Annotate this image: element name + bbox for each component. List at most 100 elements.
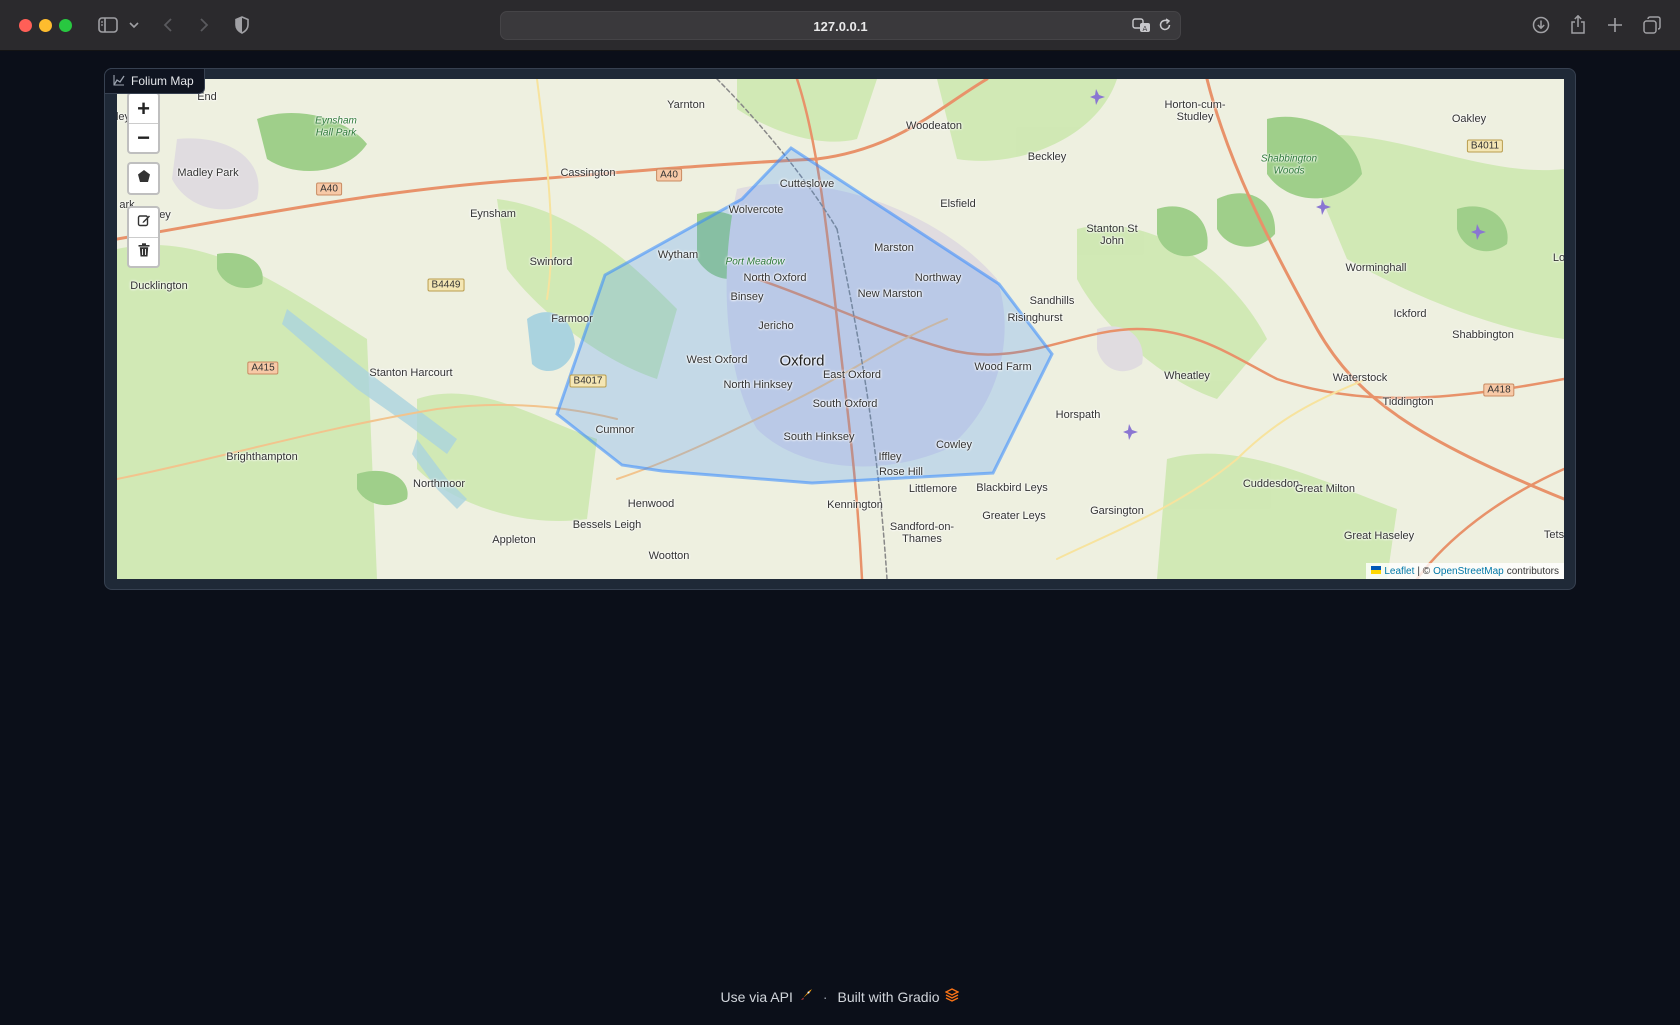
gradio-logo-icon xyxy=(944,988,961,1005)
use-via-api-link[interactable]: Use via API xyxy=(721,988,813,1005)
map-place-label: Waterstock xyxy=(1332,372,1388,384)
map-place-label: Port Meadow xyxy=(725,256,785,268)
map-place-label: Yarnton xyxy=(667,99,705,111)
sidebar-toggle-icon[interactable] xyxy=(97,14,119,36)
back-icon[interactable] xyxy=(160,14,176,36)
map-place-label: North Oxford xyxy=(743,272,807,284)
map-place-label: Iffley xyxy=(878,451,902,463)
map-place-label: Cuddesdon xyxy=(1242,478,1300,490)
rocket-icon xyxy=(799,988,813,1005)
tab-overview-icon[interactable] xyxy=(1641,14,1663,36)
browser-toolbar: 127.0.0.1 A xyxy=(0,0,1680,51)
zoom-window-button[interactable] xyxy=(59,19,72,32)
edit-layers-button[interactable] xyxy=(129,208,158,237)
zoom-in-button[interactable]: + xyxy=(129,94,158,123)
map-place-label: Studley xyxy=(1176,111,1214,123)
map-place-label: Henwood xyxy=(627,498,675,510)
map-place-label: Greater Leys xyxy=(982,510,1046,522)
map-place-label: Beckley xyxy=(1027,151,1067,163)
map-place-label: John xyxy=(1100,235,1124,247)
map-place-label: Eynsham xyxy=(470,208,516,220)
map-place-label: Shabbington xyxy=(1260,153,1318,165)
map-place-label: Woodeaton xyxy=(905,120,963,132)
minimize-window-button[interactable] xyxy=(39,19,52,32)
use-via-api-label: Use via API xyxy=(720,988,793,1005)
map-road-shield: A415 xyxy=(247,361,279,375)
map-place-label: Sandford-on- xyxy=(889,521,955,533)
map-attribution: Leaflet | © OpenStreetMap contributors xyxy=(1366,563,1564,579)
map-place-label: Woods xyxy=(1273,165,1305,177)
share-icon[interactable] xyxy=(1567,14,1589,36)
map-place-label: East Oxford xyxy=(822,369,882,381)
map-place-label: Horton-cum- xyxy=(1164,99,1226,111)
downloads-icon[interactable] xyxy=(1530,14,1552,36)
map-place-label: Wytham xyxy=(657,249,699,261)
polygon-icon xyxy=(137,169,151,188)
map-place-label: Rose Hill xyxy=(878,466,924,478)
map-place-label: West Oxford xyxy=(686,354,748,366)
delete-layers-button[interactable] xyxy=(129,237,158,266)
map-place-label: Cumnor xyxy=(595,424,635,436)
ukraine-flag-icon xyxy=(1371,565,1382,577)
url-text: 127.0.0.1 xyxy=(813,19,868,34)
leaflet-link[interactable]: Leaflet xyxy=(1384,566,1414,577)
map-place-label: Marston xyxy=(874,242,914,254)
close-window-button[interactable] xyxy=(19,19,32,32)
address-bar[interactable]: 127.0.0.1 A xyxy=(500,11,1181,40)
map-canvas[interactable]: Oxford North Oxford West Oxford East Oxford… xyxy=(117,79,1564,579)
map-place-label: Sandhills xyxy=(1029,295,1075,307)
new-tab-icon[interactable] xyxy=(1604,14,1626,36)
openstreetmap-link[interactable]: OpenStreetMap xyxy=(1433,566,1504,577)
map-label-text: Folium Map xyxy=(131,74,194,88)
map-place-label: Tiddington xyxy=(1382,396,1434,408)
map-place-label: Lo xyxy=(1552,252,1564,264)
zoom-out-button[interactable]: − xyxy=(129,123,158,152)
map-place-label: Kennington xyxy=(827,499,883,511)
map-road-shield: B4017 xyxy=(569,374,607,388)
trash-icon xyxy=(138,242,150,262)
map-place-label: Farmoor xyxy=(551,313,593,325)
built-with-gradio-link[interactable]: Built with Gradio xyxy=(837,988,961,1005)
map-place-label: Great Haseley xyxy=(1343,530,1415,542)
map-place-label: Wootton xyxy=(648,550,690,562)
edit-icon xyxy=(137,213,151,232)
map-place-label: Blackbird Leys xyxy=(976,482,1048,494)
reload-icon[interactable] xyxy=(1158,18,1172,37)
map-road-shield: B4449 xyxy=(427,278,465,292)
map-place-label: Northway xyxy=(914,272,962,284)
map-place-label: Stanton St xyxy=(1086,223,1138,235)
forward-icon[interactable] xyxy=(196,14,212,36)
map-place-label: Worminghall xyxy=(1345,262,1407,274)
map-place-label: Wood Farm xyxy=(974,361,1032,373)
map-place-label: Northmoor xyxy=(413,478,465,490)
map-place-label: South Hinksey xyxy=(783,431,855,443)
svg-text:A: A xyxy=(1143,25,1148,33)
draw-toolbar xyxy=(127,162,160,195)
map-place-label: Madley Park xyxy=(177,167,239,179)
map-place-label: Risinghurst xyxy=(1007,312,1063,324)
draw-polygon-button[interactable] xyxy=(129,164,158,193)
map-place-label: Thames xyxy=(902,533,942,545)
map-place-label: Horspath xyxy=(1055,409,1101,421)
map-place-label: North Hinksey xyxy=(723,379,793,391)
map-place-label: Littlemore xyxy=(908,483,958,495)
map-road-shield: B4011 xyxy=(1466,139,1504,153)
built-with-gradio-label: Built with Gradio xyxy=(837,988,940,1005)
map-place-label: Hall Park xyxy=(315,127,357,139)
gradio-footer: Use via API · Built with Gradio xyxy=(0,988,1680,1005)
map-road-shield: A40 xyxy=(316,182,342,196)
zoom-control: + − xyxy=(127,92,160,154)
map-icon xyxy=(113,74,125,89)
map-place-label: Ducklington xyxy=(130,280,188,292)
map-place-label: Oxford xyxy=(779,352,825,370)
chevron-down-icon[interactable] xyxy=(128,14,140,36)
translate-icon[interactable]: A xyxy=(1132,17,1152,38)
map-place-label: Garsington xyxy=(1090,505,1144,517)
map-place-label: Wheatley xyxy=(1164,370,1210,382)
privacy-shield-icon[interactable] xyxy=(232,14,252,36)
map-place-label: Wolvercote xyxy=(728,204,784,216)
map-place-label: Swinford xyxy=(529,256,573,268)
map-place-label: Stanton Harcourt xyxy=(369,367,453,379)
map-place-label: New Marston xyxy=(857,288,923,300)
map-road-shield: A418 xyxy=(1483,383,1515,397)
